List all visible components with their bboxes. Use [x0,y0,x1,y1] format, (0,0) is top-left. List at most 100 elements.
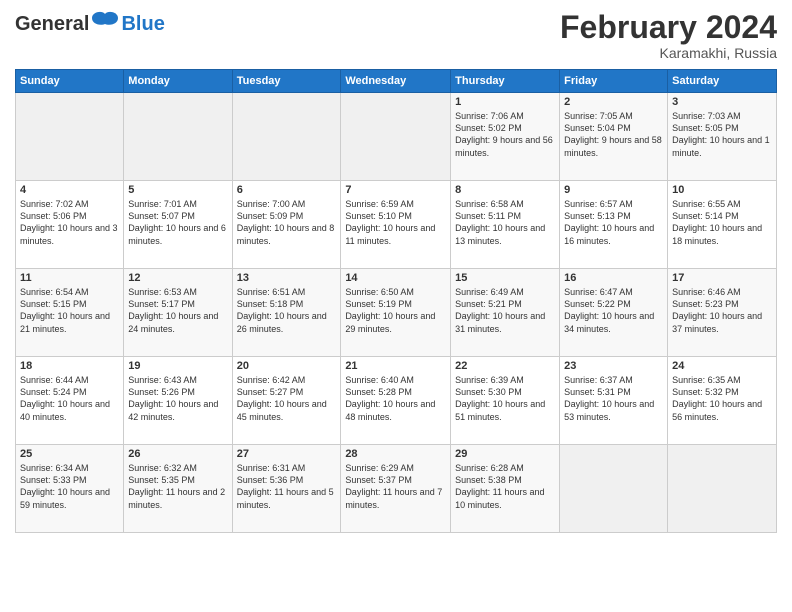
table-row [232,93,341,181]
header: General General Blue February 2024 Karam… [15,10,777,61]
day-number: 5 [128,184,227,196]
day-info: Sunrise: 6:44 AMSunset: 5:24 PMDaylight:… [20,374,119,423]
day-info: Sunrise: 6:50 AMSunset: 5:19 PMDaylight:… [345,286,446,335]
table-row: 6Sunrise: 7:00 AMSunset: 5:09 PMDaylight… [232,181,341,269]
day-info: Sunrise: 6:37 AMSunset: 5:31 PMDaylight:… [564,374,663,423]
day-info: Sunrise: 6:59 AMSunset: 5:10 PMDaylight:… [345,198,446,247]
table-row: 2 Sunrise: 7:05 AMSunset: 5:04 PMDaylight… [560,93,668,181]
table-row: 9 Sunrise: 6:57 AMSunset: 5:13 PMDaylight… [560,181,668,269]
table-row: 17 Sunrise: 6:46 AMSunset: 5:23 PMDayligh… [668,269,777,357]
day-info: Sunrise: 6:35 AMSunset: 5:32 PMDaylight:… [672,374,772,423]
day-number: 22 [455,360,555,372]
day-number: 3 [672,96,772,108]
table-row [124,93,232,181]
day-number: 13 [237,272,337,284]
table-row: 28 Sunrise: 6:29 AMSunset: 5:37 PMDayligh… [341,445,451,533]
header-wednesday: Wednesday [341,70,451,93]
day-number: 26 [128,448,227,460]
header-thursday: Thursday [451,70,560,93]
day-number: 14 [345,272,446,284]
day-info: Sunrise: 6:29 AMSunset: 5:37 PMDaylight:… [345,462,446,511]
day-number: 10 [672,184,772,196]
table-row [341,93,451,181]
day-info: Sunrise: 6:53 AMSunset: 5:17 PMDaylight:… [128,286,227,335]
header-saturday: Saturday [668,70,777,93]
day-info: Sunrise: 6:32 AMSunset: 5:35 PMDaylight:… [128,462,227,511]
day-info: Sunrise: 6:43 AMSunset: 5:26 PMDaylight:… [128,374,227,423]
day-info: Sunrise: 6:42 AMSunset: 5:27 PMDaylight:… [237,374,337,423]
day-number: 17 [672,272,772,284]
table-row: 3 Sunrise: 7:03 AMSunset: 5:05 PMDaylight… [668,93,777,181]
header-monday: Monday [124,70,232,93]
table-row: 5 Sunrise: 7:01 AMSunset: 5:07 PMDaylight… [124,181,232,269]
day-number: 20 [237,360,337,372]
calendar-title: February 2024 [560,10,777,45]
day-number: 2 [564,96,663,108]
table-row: 24 Sunrise: 6:35 AMSunset: 5:32 PMDayligh… [668,357,777,445]
day-info: Sunrise: 6:31 AMSunset: 5:36 PMDaylight:… [237,462,337,511]
day-number: 19 [128,360,227,372]
header-tuesday: Tuesday [232,70,341,93]
logo-blue: Blue [121,13,164,36]
day-number: 12 [128,272,227,284]
day-info: Sunrise: 6:55 AMSunset: 5:14 PMDaylight:… [672,198,772,247]
table-row: 12 Sunrise: 6:53 AMSunset: 5:17 PMDayligh… [124,269,232,357]
day-number: 24 [672,360,772,372]
day-number: 4 [20,184,119,196]
day-number: 15 [455,272,555,284]
day-info: Sunrise: 7:01 AMSunset: 5:07 PMDaylight:… [128,198,227,247]
calendar-header-row: Sunday Monday Tuesday Wednesday Thursday… [16,70,777,93]
day-info: Sunrise: 7:05 AMSunset: 5:04 PMDaylight:… [564,110,663,159]
day-info: Sunrise: 6:49 AMSunset: 5:21 PMDaylight:… [455,286,555,335]
table-row: 10 Sunrise: 6:55 AMSunset: 5:14 PMDayligh… [668,181,777,269]
table-row: 21 Sunrise: 6:40 AMSunset: 5:28 PMDayligh… [341,357,451,445]
day-info: Sunrise: 7:06 AMSunset: 5:02 PMDaylight:… [455,110,555,159]
day-number: 18 [20,360,119,372]
day-number: 11 [20,272,119,284]
table-row: 22 Sunrise: 6:39 AMSunset: 5:30 PMDayligh… [451,357,560,445]
table-row: 14 Sunrise: 6:50 AMSunset: 5:19 PMDayligh… [341,269,451,357]
table-row: 13Sunrise: 6:51 AMSunset: 5:18 PMDayligh… [232,269,341,357]
day-number: 9 [564,184,663,196]
day-info: Sunrise: 6:34 AMSunset: 5:33 PMDaylight:… [20,462,119,511]
table-row: 8Sunrise: 6:58 AMSunset: 5:11 PMDaylight… [451,181,560,269]
day-info: Sunrise: 6:46 AMSunset: 5:23 PMDaylight:… [672,286,772,335]
logo-combined: General Blue [15,10,165,38]
logo-general: General [15,13,89,36]
day-number: 27 [237,448,337,460]
table-row: 29Sunrise: 6:28 AMSunset: 5:38 PMDayligh… [451,445,560,533]
calendar-week-row: 1Sunrise: 7:06 AMSunset: 5:02 PMDaylight… [16,93,777,181]
day-info: Sunrise: 7:03 AMSunset: 5:05 PMDaylight:… [672,110,772,159]
page: General General Blue February 2024 Karam… [0,0,792,612]
table-row: 11 Sunrise: 6:54 AMSunset: 5:15 PMDayligh… [16,269,124,357]
day-info: Sunrise: 6:39 AMSunset: 5:30 PMDaylight:… [455,374,555,423]
day-info: Sunrise: 6:40 AMSunset: 5:28 PMDaylight:… [345,374,446,423]
table-row: 15 Sunrise: 6:49 AMSunset: 5:21 PMDayligh… [451,269,560,357]
day-number: 16 [564,272,663,284]
table-row [668,445,777,533]
table-row [16,93,124,181]
calendar-table: Sunday Monday Tuesday Wednesday Thursday… [15,69,777,533]
day-info: Sunrise: 6:54 AMSunset: 5:15 PMDaylight:… [20,286,119,335]
table-row: 23Sunrise: 6:37 AMSunset: 5:31 PMDayligh… [560,357,668,445]
day-info: Sunrise: 6:57 AMSunset: 5:13 PMDaylight:… [564,198,663,247]
day-number: 21 [345,360,446,372]
table-row: 25 Sunrise: 6:34 AMSunset: 5:33 PMDayligh… [16,445,124,533]
table-row: 7 Sunrise: 6:59 AMSunset: 5:10 PMDaylight… [341,181,451,269]
table-row: 1Sunrise: 7:06 AMSunset: 5:02 PMDaylight… [451,93,560,181]
calendar-week-row: 25 Sunrise: 6:34 AMSunset: 5:33 PMDayligh… [16,445,777,533]
calendar-week-row: 4 Sunrise: 7:02 AMSunset: 5:06 PMDaylight… [16,181,777,269]
day-info: Sunrise: 7:02 AMSunset: 5:06 PMDaylight:… [20,198,119,247]
day-number: 28 [345,448,446,460]
table-row: 20 Sunrise: 6:42 AMSunset: 5:27 PMDayligh… [232,357,341,445]
calendar-week-row: 18 Sunrise: 6:44 AMSunset: 5:24 PMDayligh… [16,357,777,445]
day-number: 8 [455,184,555,196]
day-info: Sunrise: 6:47 AMSunset: 5:22 PMDaylight:… [564,286,663,335]
header-friday: Friday [560,70,668,93]
day-number: 7 [345,184,446,196]
table-row [560,445,668,533]
table-row: 19 Sunrise: 6:43 AMSunset: 5:26 PMDayligh… [124,357,232,445]
day-number: 25 [20,448,119,460]
logo-bird-icon [90,10,120,38]
day-number: 6 [237,184,337,196]
